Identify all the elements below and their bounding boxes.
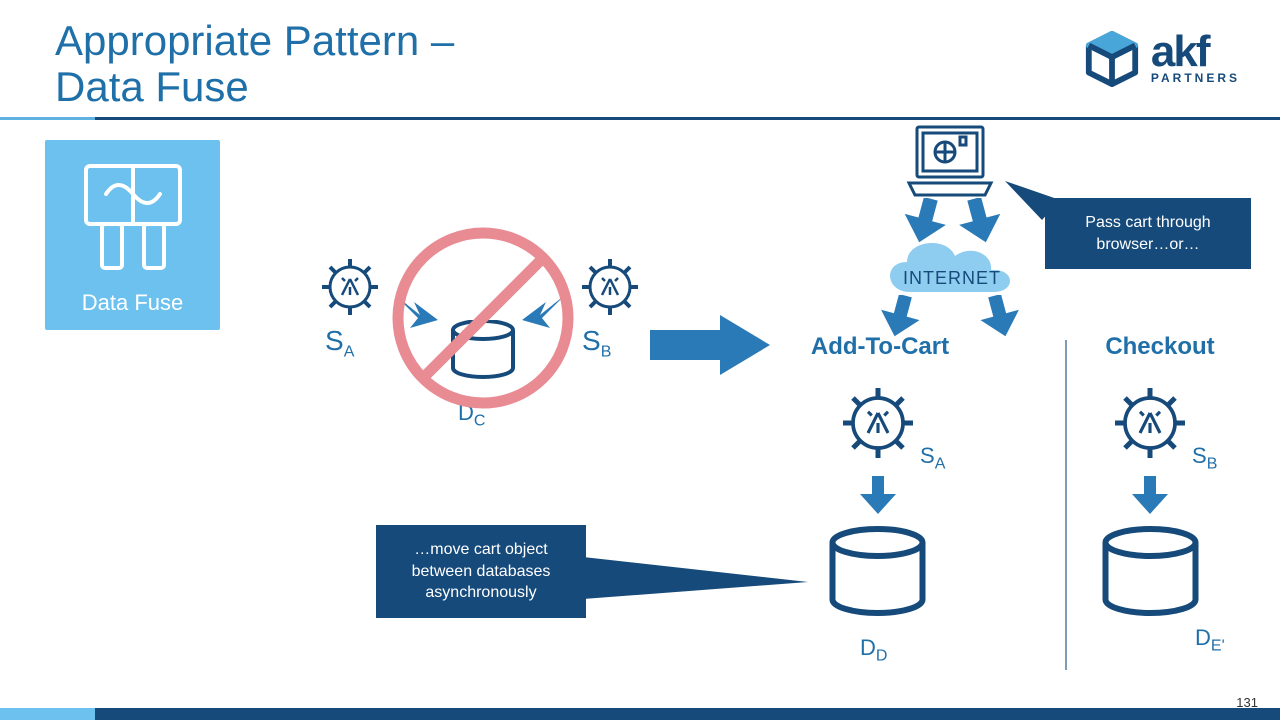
down-arrow-icon bbox=[860, 475, 896, 515]
gear-icon bbox=[318, 255, 382, 319]
logo-name: akf bbox=[1151, 33, 1209, 70]
database-icon bbox=[825, 525, 930, 620]
logo: akf PARTNERS bbox=[1083, 30, 1240, 88]
down-arrow-icon bbox=[980, 295, 1020, 337]
slide: Appropriate Pattern – Data Fuse akf PART… bbox=[0, 0, 1280, 720]
service-a-label: SA bbox=[325, 325, 354, 362]
title-line-2: Data Fuse bbox=[55, 64, 454, 110]
down-arrow-icon bbox=[880, 295, 920, 337]
badge-label: Data Fuse bbox=[82, 290, 184, 316]
column-divider bbox=[1065, 340, 1067, 670]
logo-sub: PARTNERS bbox=[1151, 71, 1240, 85]
svc-a-label: SA bbox=[920, 443, 945, 473]
bottom-bar bbox=[0, 708, 1280, 720]
database-icon bbox=[1098, 525, 1203, 620]
col-b-title: Checkout bbox=[1080, 333, 1240, 361]
svc-b-label: SB bbox=[1192, 443, 1217, 473]
big-arrow-icon bbox=[650, 315, 770, 375]
slide-title: Appropriate Pattern – Data Fuse bbox=[55, 18, 454, 110]
internet-label: INTERNET bbox=[903, 268, 1001, 289]
down-arrow-icon bbox=[1132, 475, 1168, 515]
title-line-1: Appropriate Pattern – bbox=[55, 18, 454, 64]
db-d-label: DD bbox=[860, 635, 887, 665]
col-a-title: Add-To-Cart bbox=[790, 333, 970, 361]
diagram-area: SA SB DC bbox=[290, 125, 1260, 695]
callout-pointer-icon bbox=[1000, 175, 1060, 220]
data-fuse-badge: Data Fuse bbox=[45, 140, 220, 330]
callout-browser: Pass cart through browser…or… bbox=[1045, 198, 1251, 269]
fuse-icon bbox=[78, 158, 188, 278]
gear-icon bbox=[838, 383, 918, 463]
callout-pointer-icon bbox=[583, 557, 813, 617]
db-e-label: DE' bbox=[1195, 625, 1225, 655]
callout-async: …move cart object between databases asyn… bbox=[376, 525, 586, 618]
logo-text: akf PARTNERS bbox=[1151, 33, 1240, 84]
service-b-label: SB bbox=[582, 325, 611, 362]
gear-icon bbox=[1110, 383, 1190, 463]
header-underline bbox=[0, 117, 1280, 120]
gear-icon bbox=[578, 255, 642, 319]
cube-icon bbox=[1083, 30, 1141, 88]
prohibition-icon bbox=[388, 223, 578, 413]
laptop-icon bbox=[905, 123, 995, 201]
